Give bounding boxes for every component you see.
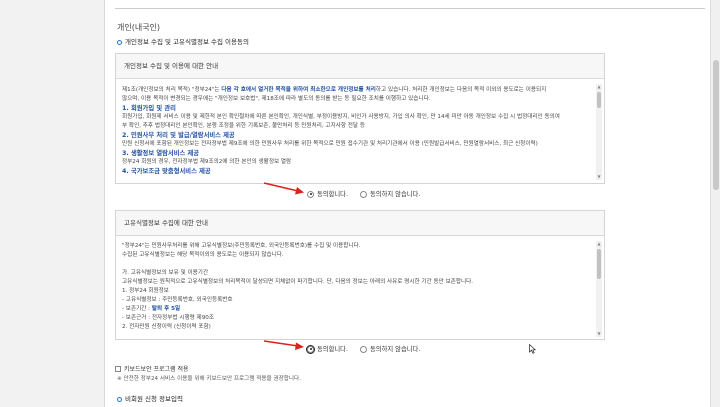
unique-id-disagree-radio[interactable]	[359, 345, 367, 353]
content-area: 개인(내국인) 개인정보 수집 및 고유식별정보 수집 이용동의 개인정보 수집…	[104, 0, 715, 407]
unique-id-panel-header: 고유식별정보 수집에 대한 안내	[116, 211, 604, 236]
terms-text: 제1조(개인정보의 처리 목적) "정부24"는	[122, 87, 222, 93]
scroll-up-icon[interactable]: ▲	[596, 84, 602, 90]
terms-line: 제1조(개인정보의 처리 목적) "정부24"는 다음 각 호에서 열거한 목적…	[122, 86, 594, 95]
unique-id-disagree-label[interactable]: 동의하지 않습니다.	[370, 346, 420, 353]
terms-line: 2. 전자민원 신청이력 (신청이력 포함)	[122, 324, 211, 330]
keyboard-security-option: 키보드보안 프로그램 적용	[115, 364, 189, 373]
unique-id-agree-radio[interactable]	[306, 344, 315, 354]
terms-line: "정부24"는 민원사무처리를 위해 고유식별정보(주민등록번호, 외국인등록번…	[122, 243, 361, 249]
unique-id-consent-panel: 고유식별정보 수집에 대한 안내 "정부24"는 민원사무처리를 위해 고유식별…	[115, 210, 605, 340]
terms-line: 고유식별정보는 원칙적으로 고유식별정보의 처리목적이 달성되면 지체없이 파기…	[122, 279, 474, 285]
terms-line: - 고유식별정보 : 주민등록번호, 외국인등록번호	[122, 297, 233, 303]
unique-id-consent-radios: 동의합니다. 동의하지 않습니다.	[306, 344, 430, 354]
terms-line: 가. 고유식별정보의 보유 및 이용기간	[122, 270, 209, 276]
terms-line: 부 확인, 추후 법정대리인 본인확인, 분쟁 조정을 위한 기록보존, 불만처…	[122, 123, 366, 129]
unique-id-agree-label[interactable]: 동의합니다.	[317, 346, 348, 353]
privacy-panel-scrollbar[interactable]: ▲ ▼	[596, 84, 602, 180]
terms-line: 1. 정부24 회원정보	[122, 288, 169, 294]
privacy-consent-radios: 동의합니다. 동의하지 않습니다.	[307, 189, 430, 198]
red-arrow-icon	[263, 340, 304, 350]
privacy-disagree-label[interactable]: 동의하지 않습니다.	[370, 191, 420, 198]
unique-id-terms-text[interactable]: "정부24"는 민원사무처리를 위해 고유식별정보(주민등록번호, 외국인등록번…	[122, 242, 594, 337]
terms-line: 정부24 회원의 경우, 전자정부법 제9조의2에 의한 본인의 생활정보 열람	[122, 159, 292, 165]
privacy-consent-panel: 개인정보 수집 및 이용에 대한 안내 제1조(개인정보의 처리 목적) "정부…	[115, 53, 605, 184]
keyboard-security-checkbox[interactable]	[115, 366, 121, 372]
terms-emphasis: 다음 각 호에서 열거한 목적을 위하여 최소한으로 개인정보를 처리	[221, 87, 376, 93]
terms-line: - 보존근거 : 전자정부법 시행령 제90조	[122, 315, 214, 321]
privacy-panel-header: 개인정보 수집 및 이용에 대한 안내	[116, 54, 604, 79]
terms-line: - 보존기간 : 탈퇴 후 5일	[122, 305, 594, 314]
page: 개인(내국인) 개인정보 수집 및 고유식별정보 수집 이용동의 개인정보 수집…	[0, 0, 720, 407]
unique-id-panel-scrollbar[interactable]: ▲ ▼	[596, 241, 602, 337]
privacy-agree-label[interactable]: 동의합니다.	[317, 191, 348, 198]
next-section-title-text: 비회원 신청 정보입력	[125, 395, 183, 403]
privacy-terms-text[interactable]: 제1조(개인정보의 처리 목적) "정부24"는 다음 각 호에서 열거한 목적…	[122, 86, 594, 180]
keyboard-security-note: ※ 안전한 정부24 서비스 이용을 위해 키보드보안 프로그램 적용을 권장합…	[117, 376, 301, 382]
privacy-disagree-radio[interactable]	[359, 190, 367, 198]
terms-line: 수집된 고유식별정보는 해당 목적이외의 용도로는 이용되지 않습니다.	[122, 252, 284, 258]
scroll-down-icon[interactable]: ▼	[596, 174, 602, 180]
retention-period: 탈퇴 후 5일	[151, 306, 181, 312]
terms-text: 하고 있습니다. 처리한 개인정보는 다음의 목적 이외의 용도로는 이용되지	[375, 87, 547, 93]
scroll-thumb[interactable]	[597, 249, 601, 279]
bullet-circle-icon	[117, 40, 122, 45]
privacy-agree-radio[interactable]	[307, 190, 314, 198]
consent-subtitle: 개인정보 수집 및 고유식별정보 수집 이용동의	[117, 36, 249, 46]
terms-text: - 보존기간 :	[122, 306, 152, 312]
scroll-down-icon[interactable]: ▼	[596, 331, 602, 337]
next-section-title: 비회원 신청 정보입력	[117, 393, 183, 403]
terms-line: 민원 신청서에 포함된 개인정보는 전자정부법 제9조에 의한 민원사무 처리를…	[122, 141, 538, 147]
terms-item-title: 1. 회원가입 및 관리	[122, 105, 176, 112]
terms-line: 회원가입, 회원제 서비스 이용 및 제한적 본인 확인절차에 따른 본인확인,…	[122, 114, 560, 120]
mouse-cursor-icon	[529, 344, 536, 354]
bullet-circle-icon	[117, 397, 122, 402]
window-scrollbar[interactable]	[710, 0, 720, 407]
scroll-up-icon[interactable]: ▲	[596, 241, 602, 247]
window-scroll-thumb[interactable]	[713, 60, 719, 190]
terms-line	[122, 260, 594, 269]
red-arrow-icon	[263, 182, 304, 195]
terms-item-title: 3. 생활정보 열람서비스 제공	[122, 150, 200, 157]
top-divider	[115, 0, 705, 9]
terms-item-title: 2. 민원사무 처리 및 발급/열람서비스 제공	[122, 132, 235, 139]
terms-line: 않으며, 이용 목적이 변경되는 경우에는 "개인정보 보호법", 제18조에 …	[122, 96, 431, 102]
scroll-thumb[interactable]	[597, 92, 601, 108]
page-title: 개인(내국인)	[117, 23, 161, 32]
consent-subtitle-text: 개인정보 수집 및 고유식별정보 수집 이용동의	[125, 38, 249, 46]
terms-item-title: 4. 국가보조금 맞춤형서비스 제공	[122, 168, 211, 175]
keyboard-security-label[interactable]: 키보드보안 프로그램 적용	[124, 366, 189, 373]
